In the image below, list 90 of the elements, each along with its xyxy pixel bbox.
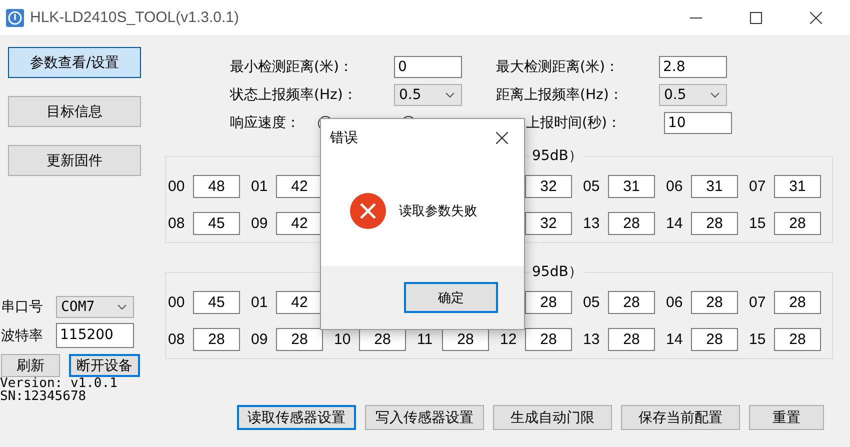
report-time-field[interactable]: 10 (664, 112, 732, 134)
gate-label: 08 (168, 331, 186, 348)
gate-label: 10 (334, 331, 352, 348)
disconnect-button[interactable]: 断开设备 (69, 354, 140, 377)
gate-value-field[interactable]: 28 (691, 291, 738, 314)
gate-label: 06 (666, 294, 684, 311)
app-icon (6, 8, 24, 26)
nav-button[interactable]: 参数查看/设置 (8, 47, 141, 78)
gate-value-field[interactable]: 31 (608, 175, 655, 198)
window-title: HLK-LD2410S_TOOL(v1.3.0.1) (30, 9, 239, 26)
gate-label: 09 (251, 215, 269, 232)
action-button[interactable]: 保存当前配置 (621, 405, 740, 430)
gate-value-field[interactable]: 31 (691, 175, 738, 198)
gate-value-field[interactable]: 28 (691, 212, 738, 235)
gate-value-field[interactable]: 48 (193, 175, 240, 198)
error-icon (350, 193, 386, 229)
gate-label: 07 (749, 178, 767, 195)
dialog-title: 错误 (330, 128, 358, 146)
gate-value-field[interactable]: 45 (193, 212, 240, 235)
refresh-button[interactable]: 刷新 (1, 354, 60, 377)
gate-value-field[interactable]: 28 (193, 328, 240, 351)
gate-value-field[interactable]: 28 (442, 328, 489, 351)
baud-label: 波特率 (1, 326, 44, 344)
field-label: 距离上报频率(Hz)： (496, 86, 624, 104)
status-rate-dropdown[interactable]: 0.5 (394, 84, 462, 106)
gate-value-field[interactable]: 28 (691, 328, 738, 351)
gate-label: 05 (583, 178, 601, 195)
gate-value-field[interactable]: 28 (276, 328, 323, 351)
gate-value-field[interactable]: 28 (774, 328, 821, 351)
ok-button[interactable]: 确定 (404, 282, 498, 313)
gate-label: 12 (500, 331, 518, 348)
gate-label: 14 (666, 331, 684, 348)
gate-value-field[interactable]: 28 (525, 328, 572, 351)
gate-value-field[interactable]: 31 (774, 175, 821, 198)
gate-label: 15 (749, 215, 767, 232)
field-label: 响应速度： (230, 114, 301, 132)
gate-label: 05 (583, 294, 601, 311)
caret-icon (710, 92, 720, 98)
action-button[interactable]: 读取传感器设置 (237, 405, 356, 430)
maximize-icon[interactable] (750, 12, 762, 24)
gate-label: 08 (168, 215, 186, 232)
nav-button[interactable]: 目标信息 (8, 96, 141, 127)
serial-number-text: SN:12345678 (0, 390, 88, 403)
gate-value-field[interactable]: 32 (525, 175, 572, 198)
field-label: 上报时间(秒)： (526, 114, 622, 132)
error-message: 读取参数失败 (399, 203, 477, 220)
gate-value-field[interactable]: 42 (276, 291, 323, 314)
gate-value-field[interactable]: 32 (525, 212, 572, 235)
close-icon[interactable] (810, 12, 822, 24)
nav-button[interactable]: 更新固件 (8, 145, 141, 176)
gate-value-field[interactable]: 42 (276, 175, 323, 198)
gate-value-field[interactable]: 28 (608, 291, 655, 314)
caret-icon (445, 92, 455, 98)
action-button[interactable]: 写入传感器设置 (365, 405, 484, 430)
gate-label: 01 (251, 294, 269, 311)
version-text: Version: v1.0.1 (0, 377, 118, 390)
group-title: 95dB） (530, 263, 584, 281)
gate-label: 13 (583, 331, 601, 348)
port-label: 串口号 (1, 298, 44, 316)
gate-label: 09 (251, 331, 269, 348)
gate-label: 11 (417, 331, 434, 348)
caret-icon (117, 304, 127, 310)
action-button[interactable]: 重置 (749, 405, 824, 430)
max-distance-field[interactable]: 2.8 (659, 56, 727, 78)
gate-label: 00 (168, 178, 186, 195)
action-button[interactable]: 生成自动门限 (493, 405, 612, 430)
field-label: 最小检测距离(米)： (230, 58, 354, 76)
gate-value-field[interactable]: 28 (774, 212, 821, 235)
gate-value-field[interactable]: 28 (525, 291, 572, 314)
gate-value-field[interactable]: 28 (608, 328, 655, 351)
gate-value-field[interactable]: 45 (193, 291, 240, 314)
close-icon[interactable] (496, 132, 508, 144)
field-label: 最大检测距离(米)： (496, 58, 620, 76)
gate-label: 06 (666, 178, 684, 195)
gate-value-field[interactable]: 28 (608, 212, 655, 235)
gate-label: 14 (666, 215, 684, 232)
gate-label: 07 (749, 294, 767, 311)
gate-label: 15 (749, 331, 767, 348)
gate-label: 13 (583, 215, 601, 232)
field-label: 状态上报频率(Hz)： (230, 86, 358, 104)
gate-label: 01 (251, 178, 269, 195)
min-distance-field[interactable]: 0 (394, 56, 462, 78)
gate-value-field[interactable]: 28 (359, 328, 406, 351)
distance-rate-dropdown[interactable]: 0.5 (659, 84, 727, 106)
gate-value-field[interactable]: 28 (774, 291, 821, 314)
gate-value-field[interactable]: 42 (276, 212, 323, 235)
gate-label: 00 (168, 294, 186, 311)
port-dropdown[interactable]: COM7 (56, 296, 134, 318)
group-title: 95dB） (530, 147, 584, 165)
baud-field[interactable]: 115200 (56, 323, 134, 348)
